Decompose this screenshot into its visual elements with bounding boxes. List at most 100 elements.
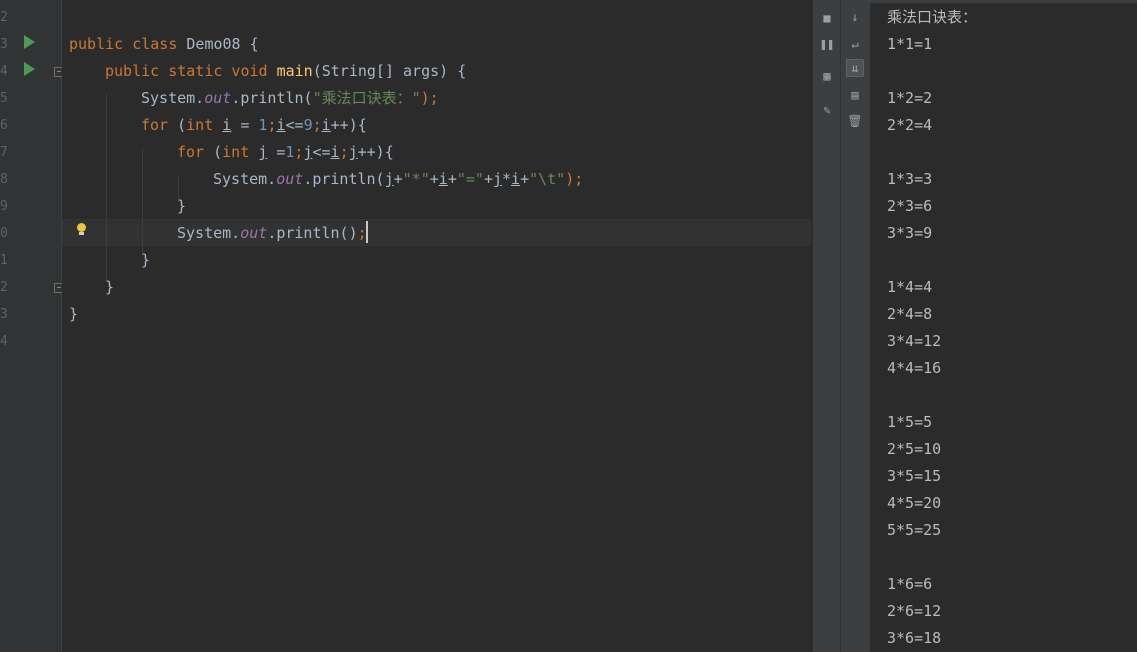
- soft-wrap-icon[interactable]: ↵: [846, 35, 864, 53]
- code-token: for: [177, 143, 214, 161]
- code-line: for (int i = 1;i<=9;i++){: [141, 112, 367, 139]
- code-token: =: [267, 143, 286, 161]
- code-token: j: [492, 170, 502, 188]
- console-line: 1*3=3: [887, 170, 933, 188]
- code-line: System.out.println();: [177, 220, 367, 247]
- code-token: int: [222, 143, 259, 161]
- pause-icon[interactable]: ❚❚: [818, 35, 836, 53]
- line-number: 5: [0, 91, 8, 106]
- code-line: }: [105, 274, 114, 301]
- console-actions-toolbar: ↓ ↵ ⇊ ▤ 🗑: [840, 0, 870, 652]
- console-line: 2*5=10: [887, 440, 942, 458]
- line-number: 3: [0, 37, 8, 52]
- code-line: public class Demo08 {: [69, 31, 259, 58]
- down-arrow-icon[interactable]: ↓: [846, 8, 864, 26]
- console-line: 1*5=5: [887, 413, 933, 431]
- code-line: public static void main(String[] args) {: [105, 58, 466, 85]
- code-token: =: [231, 116, 259, 134]
- code-line: }: [177, 193, 186, 220]
- code-token: out: [276, 170, 304, 188]
- code-token: i: [321, 116, 331, 134]
- trash-icon[interactable]: 🗑: [846, 112, 864, 130]
- console-line: 1*4=4: [887, 278, 933, 296]
- text-caret: [366, 221, 368, 243]
- console-line: 1*2=2: [887, 89, 933, 107]
- console-line: 2*6=12: [887, 602, 942, 620]
- code-token: );: [565, 170, 584, 188]
- code-token: (String[] args) {: [312, 62, 467, 80]
- console-line: 1*6=6: [887, 575, 933, 593]
- line-number: 7: [0, 145, 8, 160]
- code-token: "\t": [529, 170, 566, 188]
- code-token: System.: [141, 89, 205, 107]
- code-line: }: [141, 247, 150, 274]
- scroll-to-end-icon[interactable]: ⇊: [846, 59, 864, 77]
- code-token: i: [276, 116, 286, 134]
- code-token: j: [348, 143, 358, 161]
- code-token: System.: [213, 170, 277, 188]
- run-class-icon[interactable]: [24, 35, 35, 49]
- print-icon[interactable]: ▤: [846, 86, 864, 104]
- console-line: 4*4=16: [887, 359, 942, 377]
- code-line: }: [69, 301, 78, 328]
- editor-gutter: 2 3 4 5 6 7 8 9 0 1 2 3 4: [0, 0, 64, 652]
- code-token: "*": [402, 170, 430, 188]
- code-editor[interactable]: public class Demo08 {public static void …: [62, 0, 811, 652]
- code-token: +: [483, 170, 493, 188]
- code-token: ;: [339, 143, 349, 161]
- console-line: 1*1=1: [887, 35, 933, 53]
- console-line: 3*4=12: [887, 332, 942, 350]
- code-token: out: [204, 89, 232, 107]
- line-number: 8: [0, 172, 8, 187]
- console-line: 3*6=18: [887, 629, 942, 647]
- console-header: [870, 0, 1137, 3]
- code-token: i: [511, 170, 521, 188]
- code-token: j: [384, 170, 394, 188]
- console-line: 3*5=15: [887, 467, 942, 485]
- console-line: 2*3=6: [887, 197, 933, 215]
- code-token: public static void: [105, 62, 277, 80]
- run-main-icon[interactable]: [24, 62, 35, 76]
- code-line: System.out.println("乘法口诀表：");: [141, 85, 439, 112]
- run-console[interactable]: 乘法口诀表： 1*1=1 1*2=2 2*2=4 1*3=3 2*3=6 3*3=9 1*4=…: [870, 0, 1137, 652]
- stop-icon[interactable]: ■: [818, 9, 836, 27]
- line-number: 4: [0, 334, 8, 349]
- line-number: 1: [0, 253, 8, 268]
- pin-icon[interactable]: ✎: [818, 101, 836, 119]
- lightbulb-icon[interactable]: [77, 223, 86, 235]
- code-token: *: [502, 170, 512, 188]
- indent-guide: [142, 148, 143, 256]
- current-line-highlight: [62, 219, 811, 246]
- layout-icon[interactable]: ▦: [818, 67, 836, 85]
- line-number: 3: [0, 307, 8, 322]
- code-token: .println(): [267, 224, 358, 242]
- code-token: "=": [456, 170, 484, 188]
- code-token: +: [429, 170, 439, 188]
- code-line: System.out.println(j+"*"+i+"="+j*i+"\t")…: [213, 166, 583, 193]
- code-token: ;: [312, 116, 322, 134]
- line-number: 6: [0, 118, 8, 133]
- code-token: +: [447, 170, 457, 188]
- code-token: System.: [177, 224, 241, 242]
- code-token: out: [240, 224, 268, 242]
- console-line: 2*2=4: [887, 116, 933, 134]
- code-token: i: [330, 143, 340, 161]
- code-token: main: [276, 62, 313, 80]
- line-number: 9: [0, 199, 8, 214]
- code-token: .println(: [231, 89, 313, 107]
- code-token: (: [213, 143, 223, 161]
- code-token: i: [438, 170, 448, 188]
- code-token: }: [177, 197, 187, 215]
- code-token: +: [393, 170, 403, 188]
- code-token: "乘法口诀表：": [312, 89, 421, 107]
- code-token: public class: [69, 35, 187, 53]
- line-number: 2: [0, 10, 8, 25]
- code-token: 9: [303, 116, 313, 134]
- code-token: }: [69, 305, 79, 323]
- console-side-toolbar: ■ ❚❚ ▦ ✎: [812, 0, 840, 652]
- console-line: 4*5=20: [887, 494, 942, 512]
- code-token: ++){: [357, 143, 394, 161]
- code-token: Demo08 {: [186, 35, 259, 53]
- console-line: 3*3=9: [887, 224, 933, 242]
- code-token: i: [222, 116, 232, 134]
